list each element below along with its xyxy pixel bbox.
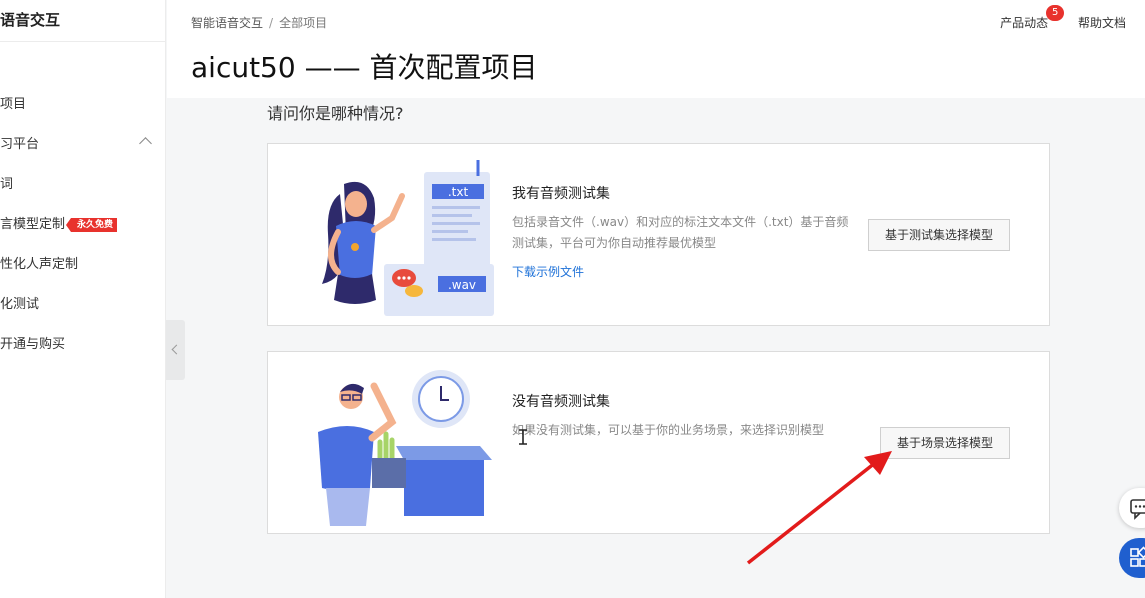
apps-float-button[interactable] xyxy=(1119,538,1145,578)
notification-count-badge: 5 xyxy=(1046,5,1065,21)
collapse-left-icon xyxy=(171,344,182,355)
card-title: 没有音频测试集 xyxy=(512,394,610,410)
woman-documents-illustration: .txt .wav xyxy=(322,160,494,316)
help-docs-link[interactable]: 帮助文档 xyxy=(1078,14,1126,31)
chat-icon xyxy=(1130,499,1145,520)
card-title: 我有音频测试集 xyxy=(512,186,610,202)
option-card-no-testset: 没有音频测试集 如果没有测试集，可以基于你的业务场景，来选择识别模型 基于场景选… xyxy=(267,351,1050,534)
breadcrumb-item-product[interactable]: 智能语音交互 xyxy=(191,16,263,30)
annotation-arrow xyxy=(746,451,892,565)
sidebar-item-label: 项目 xyxy=(0,97,27,112)
breadcrumb-separator: / xyxy=(269,16,274,30)
page-title: aicut50 —— 首次配置项目 xyxy=(191,51,538,84)
download-sample-link[interactable]: 下载示例文件 xyxy=(512,263,584,280)
sidebar-brand: 语音交互 xyxy=(0,0,165,42)
sidebar-item-projects[interactable]: 项目 xyxy=(0,85,165,125)
sidebar-item-label: 言模型定制 xyxy=(0,217,66,232)
sidebar-item-label: 习平台 xyxy=(0,137,40,152)
apps-grid-icon xyxy=(1130,546,1145,567)
free-badge: 永久免费 xyxy=(66,218,118,232)
sidebar-menu: 项目 习平台 词 言模型定制 永久免费 性化人声定制 化测试 开通与购买 xyxy=(0,85,165,365)
page-header: 智能语音交互 / 全部项目 aicut50 —— 首次配置项目 产品动态 5 帮助文档 xyxy=(167,0,1145,98)
wav-file-label: .wav xyxy=(448,278,476,292)
sidebar-item-label: 化测试 xyxy=(0,297,40,312)
breadcrumb-item-all-projects[interactable]: 全部项目 xyxy=(279,16,327,30)
txt-file-label: .txt xyxy=(448,185,469,199)
sidebar-item-hotwords[interactable]: 词 xyxy=(0,165,165,205)
sidebar-item-testing[interactable]: 化测试 xyxy=(0,285,165,325)
sidebar-item-label: 词 xyxy=(0,177,14,192)
option-card-has-testset: .txt .wav 我有音频测试集 包括录音文件（.wav）和对应的标注文本文件… xyxy=(267,143,1050,326)
sidebar-item-custom-voice[interactable]: 性化人声定制 xyxy=(0,245,165,285)
top-links: 产品动态 5 帮助文档 xyxy=(974,5,1126,31)
sidebar: 语音交互 项目 习平台 词 言模型定制 永久免费 性化人声定制 化测试 开通与购买 xyxy=(0,0,166,598)
man-box-illustration xyxy=(318,370,492,526)
sidebar-item-label: 性化人声定制 xyxy=(0,257,79,272)
select-by-testset-button[interactable]: 基于测试集选择模型 xyxy=(868,219,1010,251)
chevron-up-icon[interactable] xyxy=(139,137,152,150)
text-cursor-icon xyxy=(519,429,527,445)
sidebar-item-language-model[interactable]: 言模型定制 永久免费 xyxy=(0,205,165,245)
sidebar-collapse-button[interactable] xyxy=(166,320,185,380)
chat-float-button[interactable] xyxy=(1119,488,1145,528)
sidebar-item-label: 开通与购买 xyxy=(0,337,66,352)
product-news-link[interactable]: 产品动态 5 xyxy=(1000,5,1065,31)
product-news-label: 产品动态 xyxy=(1000,16,1049,30)
sidebar-item-purchase[interactable]: 开通与购买 xyxy=(0,325,165,365)
card-description: 如果没有测试集，可以基于你的业务场景，来选择识别模型 xyxy=(512,423,825,437)
sidebar-item-training-platform[interactable]: 习平台 xyxy=(0,125,165,165)
card-description: 包括录音文件（.wav）和对应的标注文本文件（.txt）基于音频测试集，平台可为… xyxy=(512,215,849,250)
breadcrumb: 智能语音交互 / 全部项目 xyxy=(191,14,327,31)
question-heading: 请问你是哪种情况? xyxy=(267,104,404,123)
